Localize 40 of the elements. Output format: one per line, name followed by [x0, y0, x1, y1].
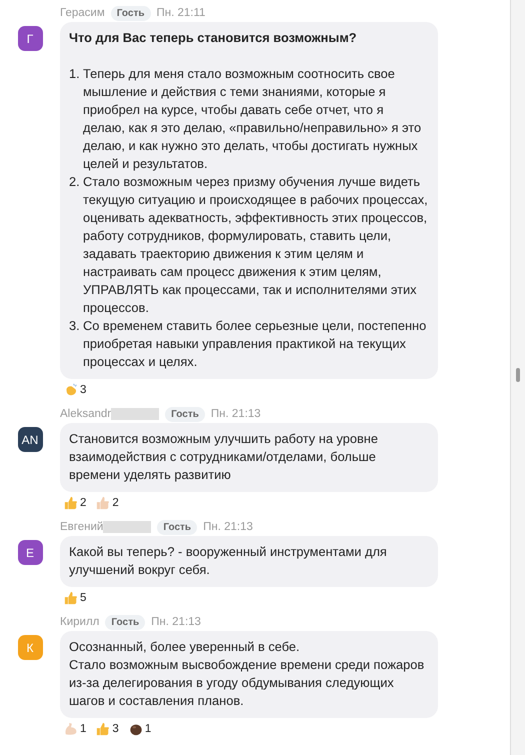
list-number: 2.	[69, 173, 81, 191]
reaction-count: 5	[80, 592, 86, 604]
reaction-count: 3	[112, 723, 119, 735]
list-number: 3.	[69, 317, 81, 335]
list-number: 1.	[69, 65, 81, 83]
guest-badge: Гость	[165, 406, 205, 422]
list-item-text: Со временем ставить более серьезные цели, постепенно приобретая навыки управления практикой на текущих процессах и целях.	[83, 317, 428, 371]
thumbs-up-icon	[96, 496, 110, 510]
author-name: Герасим	[60, 7, 105, 19]
avatar: Е	[18, 540, 42, 565]
avatar: AN	[18, 427, 42, 452]
avatar: К	[18, 635, 42, 660]
message-text: Осознанный, более уверенный в себе.	[69, 638, 301, 656]
message-text: Какой вы теперь? - вооруженный инструментами для улучшений вокруг себя.	[69, 543, 388, 579]
avatar: Г	[18, 26, 42, 51]
message-time: Пн. 21:13	[210, 408, 261, 420]
message-time: Пн. 21:13	[203, 521, 253, 533]
reaction-count: 2	[80, 497, 86, 509]
message-title: Что для Вас теперь становится возможным?	[69, 29, 358, 47]
thumbs-up-icon	[96, 722, 110, 736]
scrollbar-thumb[interactable]	[516, 368, 520, 382]
guest-badge: Гость	[157, 520, 198, 534]
list-item-text: Теперь для меня стало возможным соотносить свое мышление и действия с теми знаниями, которые я приобрел на курсе, чтобы давать себе отчет, что я делаю, как я это делаю, «правильно/неправильно» я это делаю, и как нужно это делать, чтобы достигать нужных целей и результатов.	[83, 65, 422, 173]
message-text: Становится возможным улучшить работу на уровне взаимодействия с сотрудниками/отделами, больше времени уделять развитию	[69, 430, 379, 484]
message-time: Пн. 21:11	[156, 7, 206, 19]
thumbs-up-icon	[64, 591, 78, 605]
guest-badge: Гость	[105, 614, 146, 630]
author-name: Кирилл	[60, 616, 100, 628]
reaction-count: 3	[80, 384, 86, 396]
reaction-count: 1	[80, 723, 86, 735]
list-item-text: Стало возможным через призму обучения лучше видеть текущую ситуацию и происходящее в рабочих процессах, оценивать адекватность, эффективность этих процессов, работу сотрудников, формулировать, ставить цели, задавать траекторию движения к этим целям и настраивать сам процесс движения к этим целям, УПРАВЛЯТЬ как процессами, так и исполнителями этих процессов.	[83, 173, 428, 317]
guest-badge: Гость	[110, 6, 150, 20]
author-name: Евгений	[60, 521, 104, 533]
thumbs-up-icon	[64, 496, 78, 510]
author-name: Aleksandr	[60, 408, 112, 420]
reaction-count: 1	[144, 723, 152, 735]
message-time: Пн. 21:13	[151, 616, 201, 628]
scrollbar[interactable]	[510, 0, 525, 755]
reaction-count: 2	[112, 497, 119, 509]
message-text: Стало возможным высвобождение времени среди пожаров из-за делегирования в угоду обдумывания следующих шагов и составления планов.	[69, 656, 426, 710]
